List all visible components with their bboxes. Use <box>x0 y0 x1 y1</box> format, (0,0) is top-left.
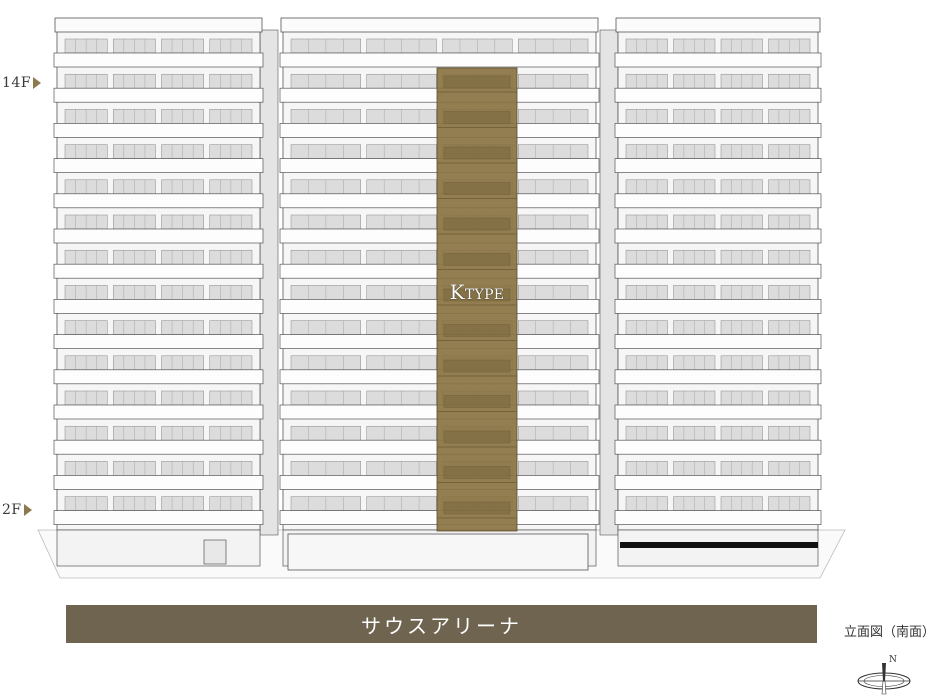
tower-right-balcony <box>614 158 822 173</box>
building-elevation <box>37 17 846 579</box>
floor-label-top-text: 14F <box>2 75 32 91</box>
unit-k-window <box>443 217 511 231</box>
center-podium <box>287 533 589 571</box>
tower-right-balcony <box>614 228 822 244</box>
tower-left-balcony <box>53 369 264 385</box>
unit-k-window <box>443 111 511 124</box>
compass-icon: N <box>857 655 911 695</box>
tower-right-balcony <box>614 369 822 385</box>
unit-k-window <box>443 324 511 337</box>
floor-label-top: 14F <box>2 75 42 91</box>
tower-right-balcony <box>614 52 822 68</box>
unit-k-window <box>443 466 511 479</box>
tower-right-balcony <box>614 87 822 103</box>
right-ground-band <box>620 542 818 548</box>
tower-right-balcony <box>614 263 822 279</box>
tower-right-balcony <box>614 334 822 349</box>
tower-left-balcony <box>53 404 264 420</box>
unit-k-window <box>443 430 511 444</box>
unit-k-window <box>443 359 511 373</box>
tower-left-balcony <box>53 158 264 173</box>
tower-right-balcony <box>614 193 822 209</box>
tower-left-ground-floor <box>56 529 261 567</box>
arena-bar: サウスアリーナ <box>66 605 817 643</box>
unit-k-window <box>443 182 511 195</box>
tower-left-balcony <box>53 439 264 455</box>
tower-right-side <box>599 29 619 536</box>
tower-left-balcony <box>53 475 264 490</box>
tower-center-balcony <box>279 52 600 68</box>
elevation-caption: 立面図（南面） <box>844 625 936 640</box>
tower-right-balcony <box>614 475 822 490</box>
triangle-right-icon <box>23 504 32 516</box>
tower-right-balcony <box>614 123 822 138</box>
tower-left-balcony <box>53 87 264 103</box>
unit-k-window <box>443 75 511 89</box>
tower-center-roof <box>280 17 599 33</box>
tower-left-balcony <box>53 334 264 349</box>
tower-left-balcony <box>53 263 264 279</box>
tower-left-balcony <box>53 510 264 525</box>
tower-right-balcony <box>614 439 822 455</box>
entrance-door <box>203 539 227 565</box>
tower-right-balcony <box>614 510 822 525</box>
tower-left-roof <box>54 17 263 33</box>
floor-label-bottom-text: 2F <box>2 502 22 518</box>
unit-k-window <box>443 395 511 408</box>
tower-left-side <box>259 29 279 536</box>
compass-letter: N <box>889 655 897 665</box>
floor-label-bottom: 2F <box>2 502 32 518</box>
tower-right-balcony <box>614 299 822 314</box>
tower-left-balcony <box>53 299 264 314</box>
tower-left-balcony <box>53 123 264 138</box>
unit-k-window <box>443 501 511 515</box>
tower-right-roof <box>615 17 821 33</box>
tower-left-balcony <box>53 52 264 68</box>
tower-right-balcony <box>614 404 822 420</box>
triangle-right-icon <box>33 77 42 89</box>
unit-k-window <box>443 146 511 160</box>
tower-left-balcony <box>53 193 264 209</box>
unit-type-rest: TYPE <box>464 287 505 303</box>
unit-type-label: KTYPE <box>437 280 517 304</box>
unit-k-window <box>443 253 511 266</box>
tower-left-balcony <box>53 228 264 244</box>
unit-type-initial: K <box>449 280 465 304</box>
arena-label: サウスアリーナ <box>361 613 522 638</box>
